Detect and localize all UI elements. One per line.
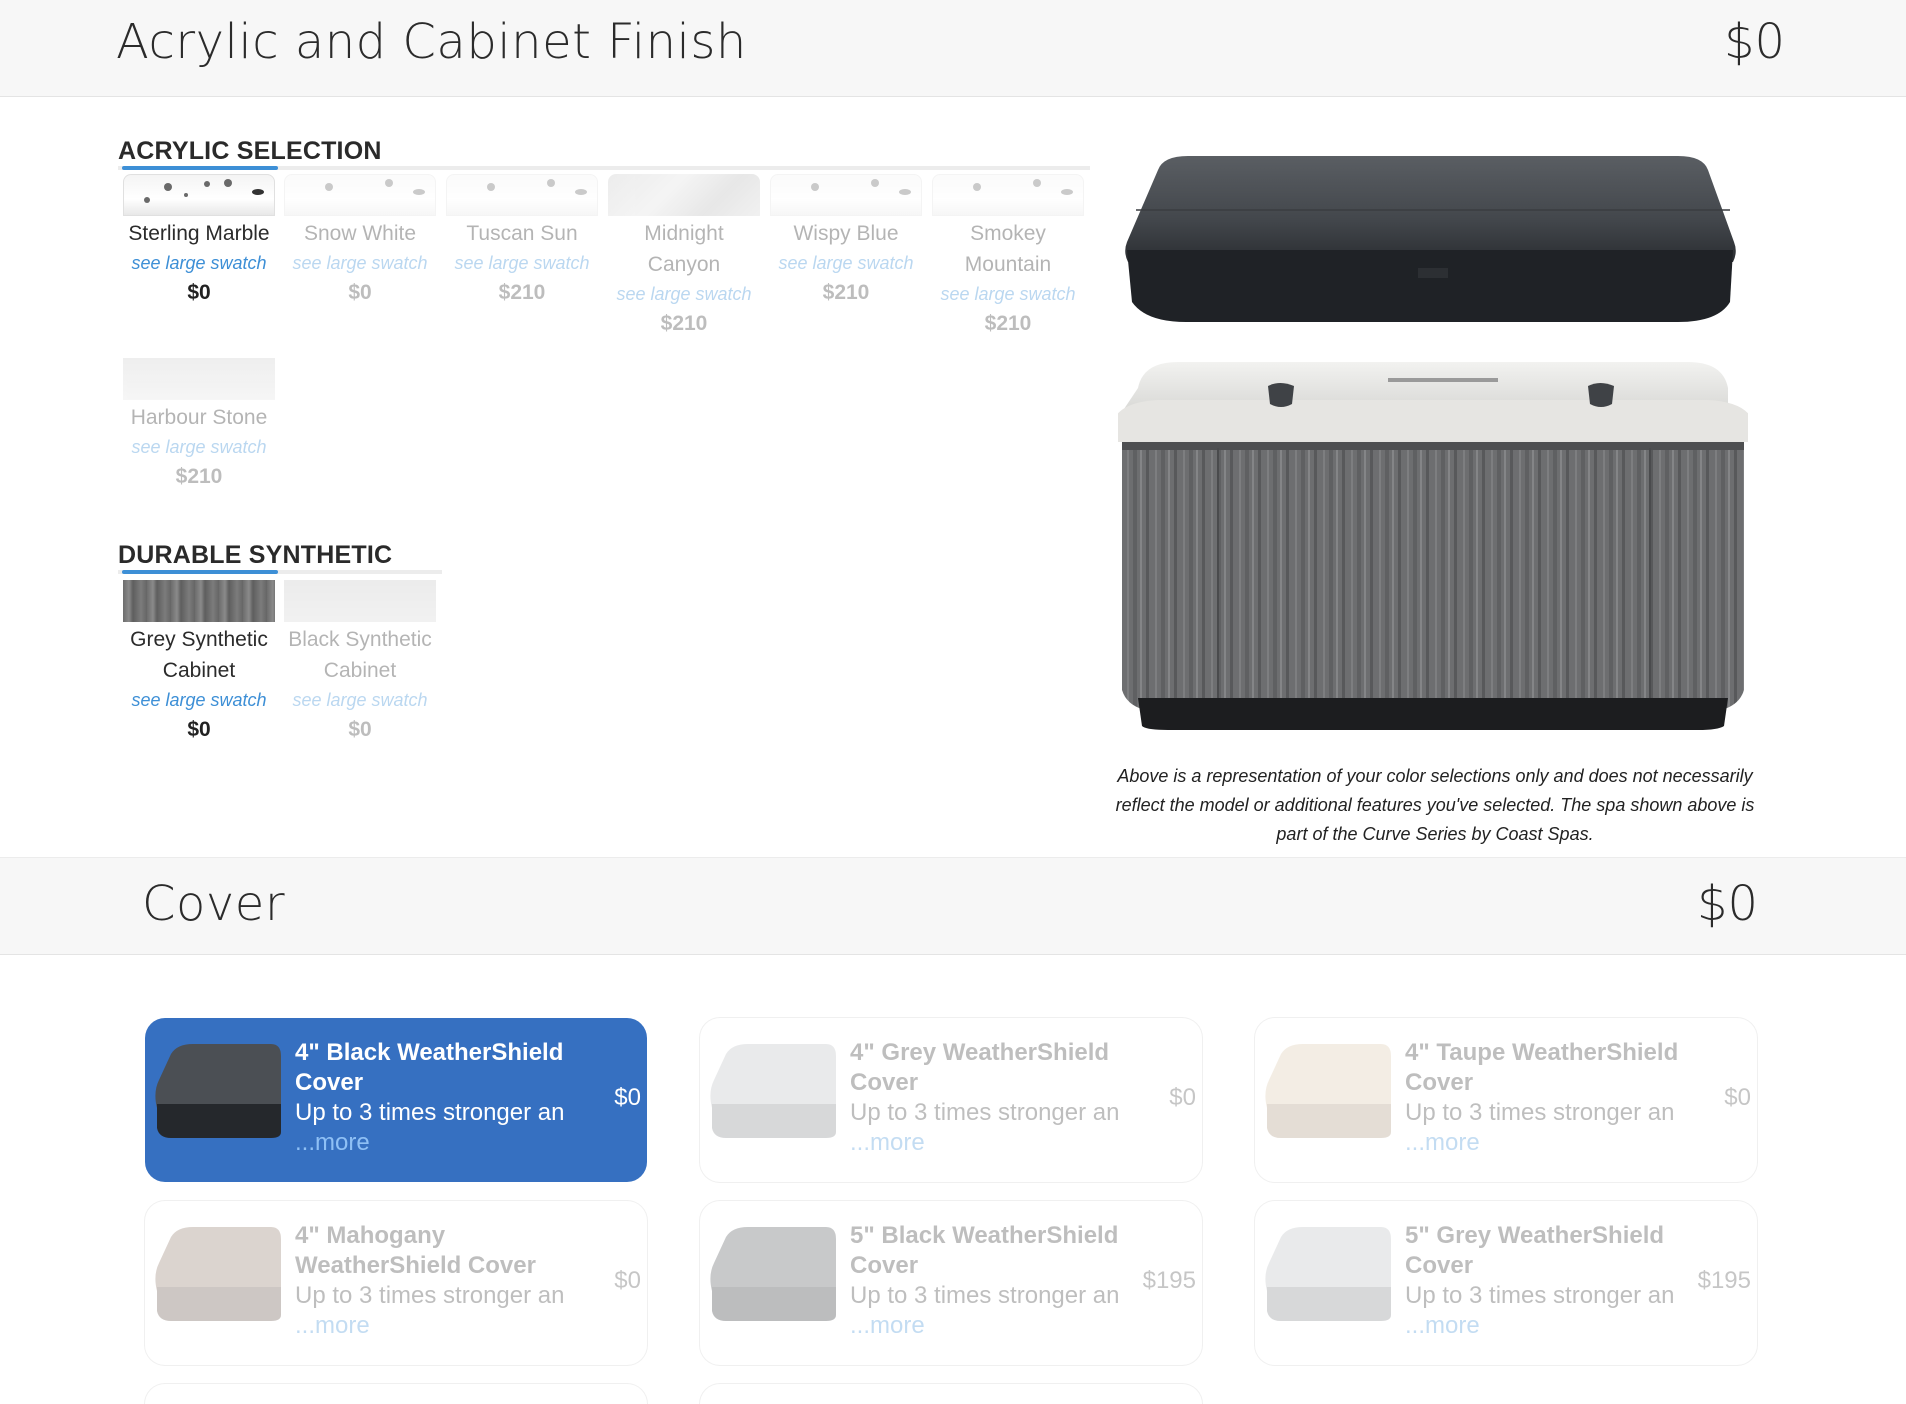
cover-section-title: Cover [142, 876, 286, 932]
sterling-marble-thumbnail[interactable] [123, 174, 275, 216]
acrylic-option-sterling-marble[interactable]: Sterling Marble see large swatch $0 [122, 174, 276, 309]
acrylic-selection-rule [118, 166, 1090, 170]
swatch-name: Black Synthetic Cabinet [288, 628, 432, 682]
acrylic-section-header: Acrylic and Cabinet Finish $0 [0, 0, 1906, 97]
cover-title: 4" Grey WeatherShield Cover [850, 1039, 1110, 1096]
cover-price: $0 [1169, 1084, 1196, 1111]
see-large-swatch-link[interactable]: see large swatch [122, 686, 276, 714]
smokey-mountain-thumbnail[interactable] [932, 174, 1084, 216]
cover-option-4in-black[interactable]: 4" Black WeatherShield Cover Up to 3 tim… [145, 1018, 647, 1182]
cover-thumbnail [1265, 1227, 1391, 1321]
cover-more-link[interactable]: ...more [850, 1128, 925, 1158]
cover-description: Up to 3 times stronger an [1405, 1282, 1675, 1309]
cover-description: Up to 3 times stronger an [850, 1099, 1120, 1126]
swatch-price: $210 [175, 465, 223, 488]
see-large-swatch-link[interactable]: see large swatch [122, 249, 276, 277]
black-synthetic-thumbnail[interactable] [284, 580, 436, 622]
swatch-price: $0 [187, 718, 211, 741]
cover-price: $0 [1724, 1084, 1751, 1111]
cover-title: 4" Taupe WeatherShield Cover [1405, 1039, 1679, 1096]
cabinet-option-black-synthetic[interactable]: Black Synthetic Cabinet see large swatch… [283, 580, 437, 746]
cover-price: $0 [614, 1084, 641, 1111]
swatch-name: Wispy Blue [793, 222, 899, 245]
see-large-swatch-link[interactable]: see large swatch [283, 686, 437, 714]
swatch-price: $0 [348, 718, 372, 741]
see-large-swatch-link[interactable]: see large swatch [769, 249, 923, 277]
cover-title: 5" Black WeatherShield Cover [850, 1222, 1119, 1279]
cover-option-4in-taupe[interactable]: 4" Taupe WeatherShield Cover Up to 3 tim… [1255, 1018, 1757, 1182]
durable-synthetic-rule [118, 570, 442, 574]
cover-option-4in-grey[interactable]: 4" Grey WeatherShield Cover Up to 3 time… [700, 1018, 1202, 1182]
see-large-swatch-link[interactable]: see large swatch [931, 280, 1085, 308]
cover-price: $0 [614, 1267, 641, 1294]
acrylic-selection-active-indicator [122, 166, 278, 170]
cover-title: 4" Black WeatherShield Cover [295, 1039, 564, 1096]
swatch-name: Sterling Marble [128, 222, 270, 245]
cover-option-5in-grey[interactable]: 5" Grey WeatherShield Cover Up to 3 time… [1255, 1201, 1757, 1365]
cover-more-link[interactable]: ...more [295, 1128, 370, 1158]
cover-thumbnail [710, 1044, 836, 1138]
acrylic-option-tuscan-sun[interactable]: Tuscan Sun see large swatch $210 [445, 174, 599, 309]
cover-title: 5" Grey WeatherShield Cover [1405, 1222, 1665, 1279]
tuscan-sun-thumbnail[interactable] [446, 174, 598, 216]
spa-preview-image [1118, 156, 1748, 730]
see-large-swatch-link[interactable]: see large swatch [445, 249, 599, 277]
swatch-name: Snow White [303, 222, 417, 245]
swatch-price: $0 [187, 281, 211, 304]
acrylic-option-snow-white[interactable]: Snow White see large swatch $0 [283, 174, 437, 309]
cover-section-price: $0 [1697, 876, 1759, 932]
durable-synthetic-heading: DURABLE SYNTHETIC [118, 541, 393, 569]
acrylic-option-smokey-mountain[interactable]: Smokey Mountain see large swatch $210 [931, 174, 1085, 340]
cover-thumbnail [155, 1227, 281, 1321]
acrylic-selection-heading: ACRYLIC SELECTION [118, 137, 382, 165]
swatch-price: $210 [498, 281, 546, 304]
cabinet-option-grey-synthetic[interactable]: Grey Synthetic Cabinet see large swatch … [122, 580, 276, 746]
wispy-blue-thumbnail[interactable] [770, 174, 922, 216]
cover-thumbnail [1265, 1044, 1391, 1138]
cover-more-link[interactable]: ...more [295, 1311, 370, 1341]
see-large-swatch-link[interactable]: see large swatch [283, 249, 437, 277]
acrylic-section-title: Acrylic and Cabinet Finish [116, 14, 747, 70]
cover-description: Up to 3 times stronger an [850, 1282, 1120, 1309]
cover-description: Up to 3 times stronger an [295, 1099, 565, 1126]
swatch-price: $210 [660, 312, 708, 335]
durable-synthetic-active-indicator [122, 570, 278, 574]
swatch-price: $210 [984, 312, 1032, 335]
see-large-swatch-link[interactable]: see large swatch [607, 280, 761, 308]
acrylic-option-midnight-canyon[interactable]: Midnight Canyon see large swatch $210 [607, 174, 761, 340]
cover-option-5in-black[interactable]: 5" Black WeatherShield Cover Up to 3 tim… [700, 1201, 1202, 1365]
cover-more-link[interactable]: ...more [850, 1311, 925, 1341]
swatch-price: $0 [348, 281, 372, 304]
cover-thumbnail [155, 1044, 281, 1138]
cover-option-row3-partial[interactable] [145, 1384, 647, 1404]
preview-caption: Above is a representation of your color … [1115, 766, 1755, 844]
acrylic-option-wispy-blue[interactable]: Wispy Blue see large swatch $210 [769, 174, 923, 309]
swatch-name: Smokey Mountain [964, 222, 1052, 276]
cover-price: $195 [1142, 1267, 1196, 1294]
see-large-swatch-link[interactable]: see large swatch [122, 433, 276, 461]
harbour-stone-thumbnail[interactable] [123, 358, 275, 400]
grey-synthetic-thumbnail[interactable] [123, 580, 275, 622]
midnight-canyon-thumbnail[interactable] [608, 174, 760, 216]
acrylic-option-harbour-stone[interactable]: Harbour Stone see large swatch $210 [122, 358, 276, 493]
swatch-name: Midnight Canyon [644, 222, 724, 276]
cover-option-4in-mahogany[interactable]: 4" Mahogany WeatherShield Cover Up to 3 … [145, 1201, 647, 1365]
swatch-name: Grey Synthetic Cabinet [130, 628, 268, 682]
acrylic-section-price: $0 [1724, 14, 1786, 70]
cover-option-row3-partial[interactable] [700, 1384, 1202, 1404]
cover-more-link[interactable]: ...more [1405, 1128, 1480, 1158]
swatch-name: Tuscan Sun [466, 222, 578, 245]
cover-title: 4" Mahogany WeatherShield Cover [295, 1222, 536, 1279]
cover-more-link[interactable]: ...more [1405, 1311, 1480, 1341]
cover-price: $195 [1697, 1267, 1751, 1294]
cover-description: Up to 3 times stronger an [1405, 1099, 1675, 1126]
swatch-price: $210 [822, 281, 870, 304]
cover-description: Up to 3 times stronger an [295, 1282, 565, 1309]
snow-white-thumbnail[interactable] [284, 174, 436, 216]
cover-thumbnail [710, 1227, 836, 1321]
swatch-name: Harbour Stone [130, 406, 268, 429]
cover-section-header: Cover $0 [0, 857, 1906, 955]
